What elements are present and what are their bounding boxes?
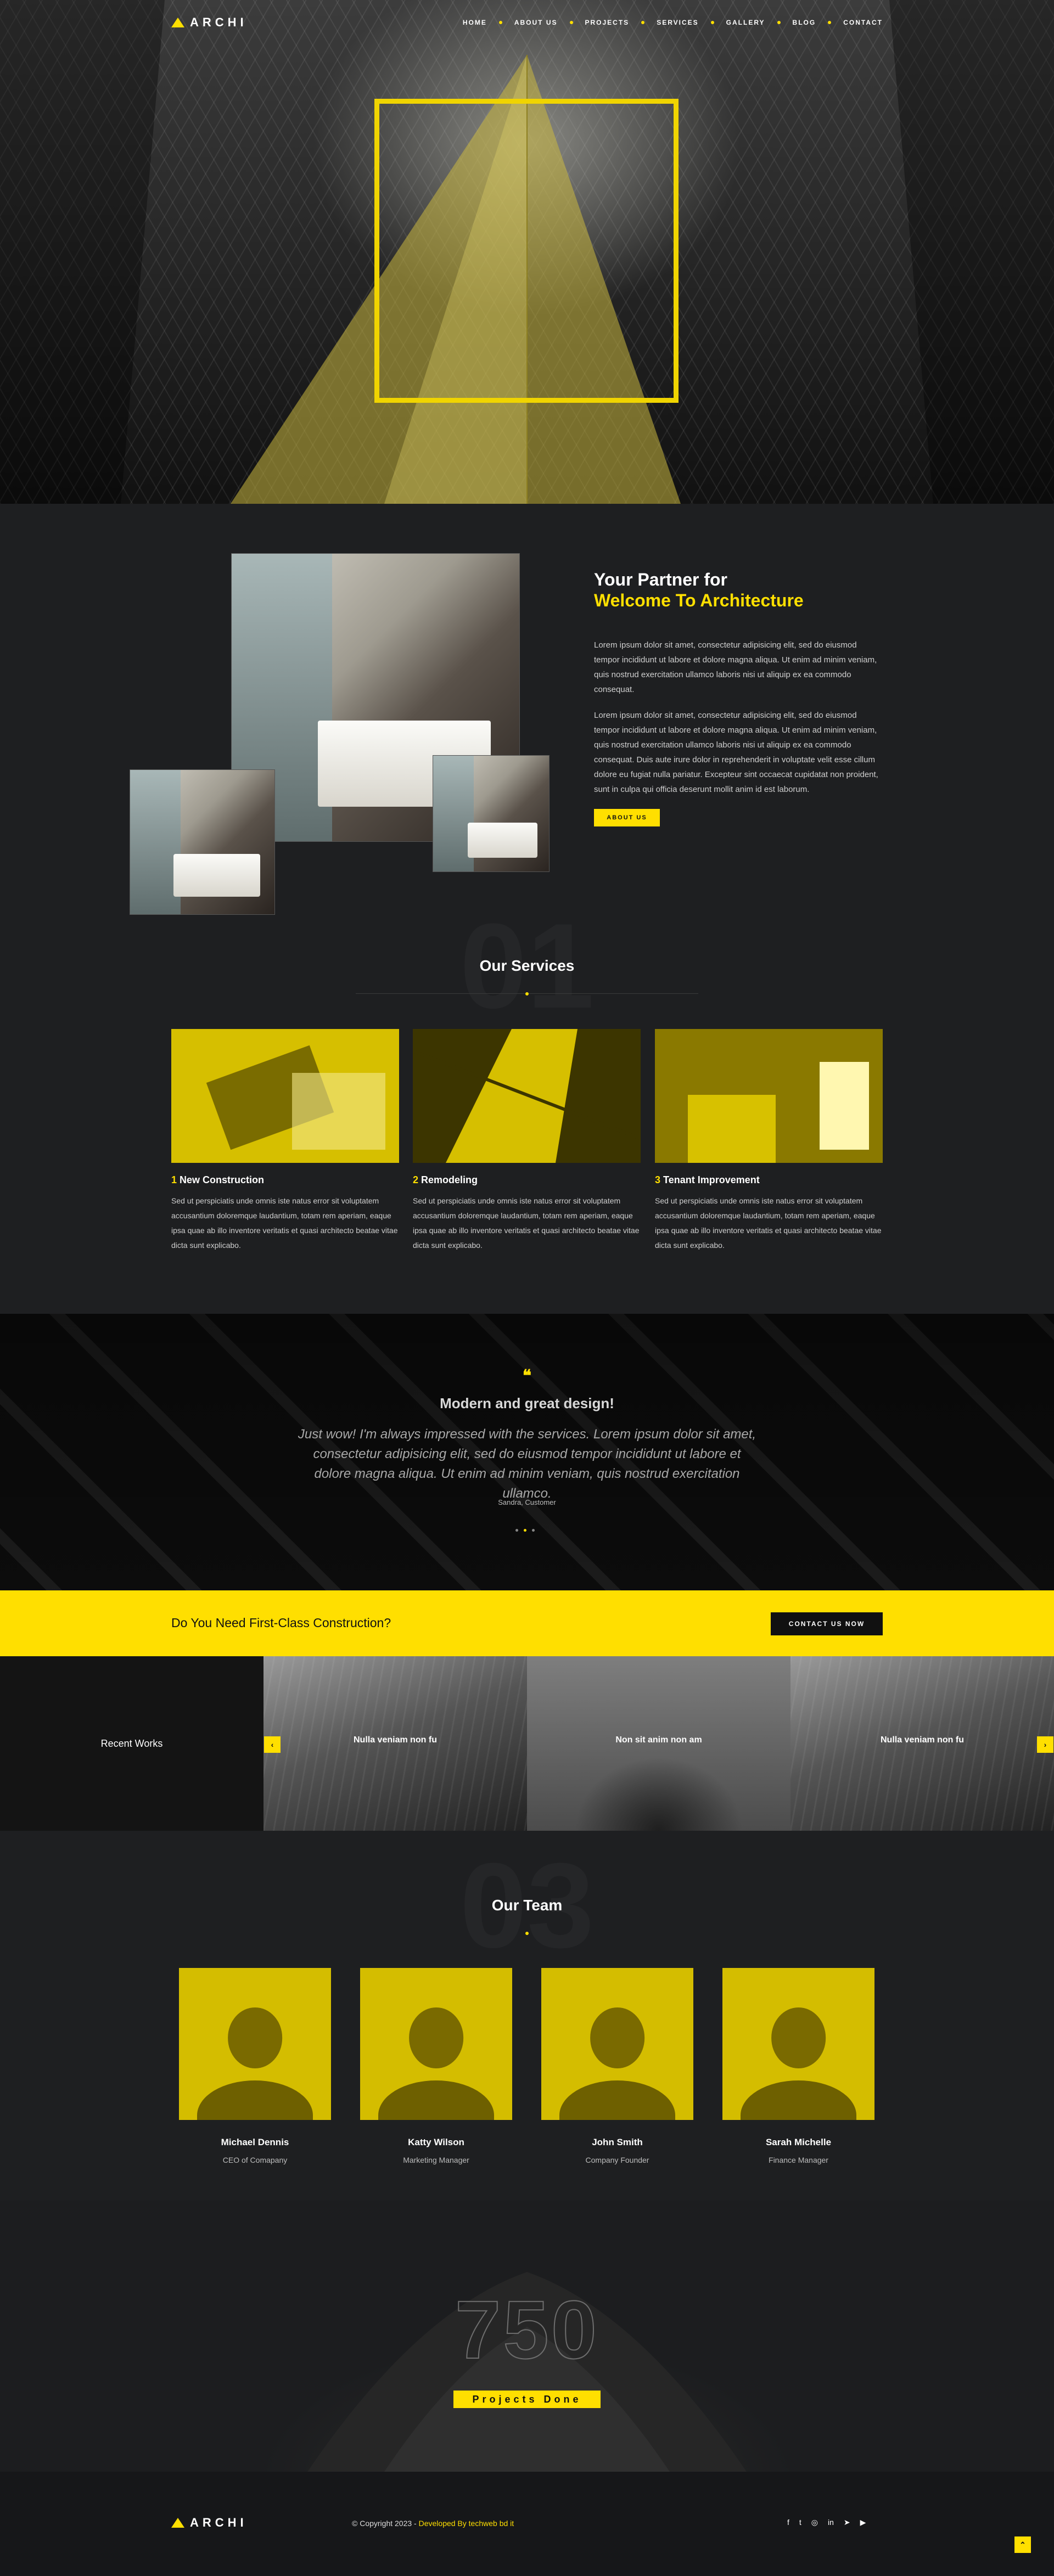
testimonial-quote: Just wow! I'm always impressed with the … [298, 1427, 756, 1501]
member-name: John Smith [592, 2137, 643, 2147]
nav-contact[interactable]: CONTACT [843, 19, 883, 26]
work-card-3[interactable]: Nulla veniam non fu [790, 1656, 1054, 1831]
nav-separator [569, 21, 573, 24]
team-dot [525, 1932, 529, 1935]
logo-icon [171, 2518, 184, 2528]
logo-icon [171, 18, 184, 27]
developer-link[interactable]: Developed By techweb bd it [419, 2519, 514, 2528]
copyright-text: © Copyright 2023 - [352, 2519, 419, 2528]
work-title: Nulla veniam non fu [880, 1735, 964, 1745]
service-image-1 [171, 1029, 399, 1163]
nav-separator [641, 21, 645, 24]
work-title: Non sit anim non am [615, 1735, 702, 1745]
service-text-1: Sed ut perspiciatis unde omnis iste natu… [171, 1196, 398, 1250]
member-photo-4 [722, 1968, 874, 2120]
hero-section [0, 0, 1054, 504]
service-title-2: 2 Remodeling [413, 1174, 478, 1185]
main-nav: HOME ABOUT US PROJECTS SERVICES GALLERY … [463, 19, 883, 26]
service-number: 3 [655, 1174, 661, 1185]
nav-projects[interactable]: PROJECTS [585, 19, 630, 26]
footer: ARCHI © Copyright 2023 - Developed By te… [0, 2472, 1054, 2576]
service-number: 1 [171, 1174, 177, 1185]
cta-text: Do You Need First-Class Construction? [171, 1616, 391, 1630]
member-role: Marketing Manager [403, 2156, 469, 2164]
testimonial-pager [515, 1529, 535, 1532]
about-paragraph-1: Lorem ipsum dolor sit amet, consectetur … [594, 640, 877, 694]
service-image-2 [413, 1029, 641, 1163]
nav-separator [498, 21, 502, 24]
member-role: Finance Manager [769, 2156, 828, 2164]
member-name: Sarah Michelle [765, 2137, 832, 2147]
back-to-top-button[interactable]: ⌃ [1014, 2536, 1031, 2553]
pager-dot-active[interactable] [524, 1529, 526, 1532]
counter-number: 750 [455, 2283, 599, 2376]
service-text-3: Sed ut perspiciatis unde omnis iste natu… [655, 1196, 882, 1250]
facebook-icon[interactable]: f [787, 2518, 789, 2527]
hero-frame [374, 99, 679, 403]
services-dot [525, 992, 529, 995]
nav-home[interactable]: HOME [463, 19, 487, 26]
testimonial-title: Modern and great design! [440, 1395, 614, 1411]
copyright: © Copyright 2023 - Developed By techweb … [352, 2519, 514, 2528]
twitter-icon[interactable]: t [799, 2518, 801, 2527]
about-small-image-left [130, 769, 275, 915]
team-title: Our Team [491, 1897, 563, 1914]
member-role: Company Founder [585, 2156, 649, 2164]
member-photo-1 [179, 1968, 331, 2120]
works-next-arrow[interactable]: › [1037, 1736, 1053, 1753]
logo-text: ARCHI [190, 15, 248, 29]
service-title-1: 1 New Construction [171, 1174, 265, 1185]
testimonial-section: ❝ Modern and great design! Just wow! I'm… [0, 1314, 1054, 1590]
logo-text: ARCHI [190, 2516, 248, 2529]
nav-separator [710, 21, 714, 24]
service-text-2: Sed ut perspiciatis unde omnis iste natu… [413, 1196, 640, 1250]
service-image-3 [655, 1029, 883, 1163]
linkedin-icon[interactable]: in [828, 2518, 834, 2527]
nav-blog[interactable]: BLOG [793, 19, 816, 26]
nav-gallery[interactable]: GALLERY [726, 19, 765, 26]
cta-section: Do You Need First-Class Construction? CO… [0, 1590, 1054, 1656]
counter-section: 750 Projects Done [0, 2201, 1054, 2472]
works-prev-arrow[interactable]: ‹ [264, 1736, 281, 1753]
instagram-icon[interactable]: ◎ [811, 2518, 818, 2527]
work-title: Nulla veniam non fu [353, 1735, 437, 1745]
about-title-line2: Welcome To Architecture [594, 590, 804, 610]
about-small-image-right [433, 755, 550, 872]
quote-icon: ❝ [522, 1367, 532, 1385]
nav-separator [828, 21, 832, 24]
youtube-icon[interactable]: ▶ [860, 2518, 866, 2527]
about-us-button[interactable]: ABOUT US [594, 809, 660, 826]
member-role: CEO of Comapany [222, 2156, 288, 2164]
work-card-1[interactable]: Nulla veniam non fu [264, 1656, 527, 1831]
nav-separator [777, 21, 781, 24]
member-photo-3 [541, 1968, 693, 2120]
services-title: Our Services [479, 957, 575, 974]
nav-about[interactable]: ABOUT US [514, 19, 558, 26]
navbar: ARCHI HOME ABOUT US PROJECTS SERVICES GA… [171, 15, 883, 32]
footer-logo[interactable]: ARCHI [171, 2516, 248, 2530]
counter-label: Projects Done [453, 2391, 601, 2408]
member-photo-2 [360, 1968, 512, 2120]
service-number: 2 [413, 1174, 419, 1185]
member-name: Michael Dennis [221, 2137, 289, 2147]
about-title-line1: Your Partner for [594, 570, 727, 589]
social-links: f t ◎ in ➤ ▶ [777, 2518, 866, 2527]
member-name: Katty Wilson [408, 2137, 464, 2147]
contact-us-button[interactable]: CONTACT US NOW [771, 1612, 883, 1635]
pager-dot[interactable] [515, 1529, 518, 1532]
recent-works-label: Recent Works [0, 1656, 264, 1831]
pager-dot[interactable] [532, 1529, 535, 1532]
nav-services[interactable]: SERVICES [657, 19, 698, 26]
testimonial-author: Sandra, Customer [498, 1498, 556, 1506]
work-card-2[interactable]: Non sit anim non am [527, 1656, 790, 1831]
telegram-icon[interactable]: ➤ [844, 2518, 850, 2527]
service-title-3: 3 Tenant Improvement [655, 1174, 760, 1185]
about-paragraph-2: Lorem ipsum dolor sit amet, consectetur … [594, 711, 878, 794]
